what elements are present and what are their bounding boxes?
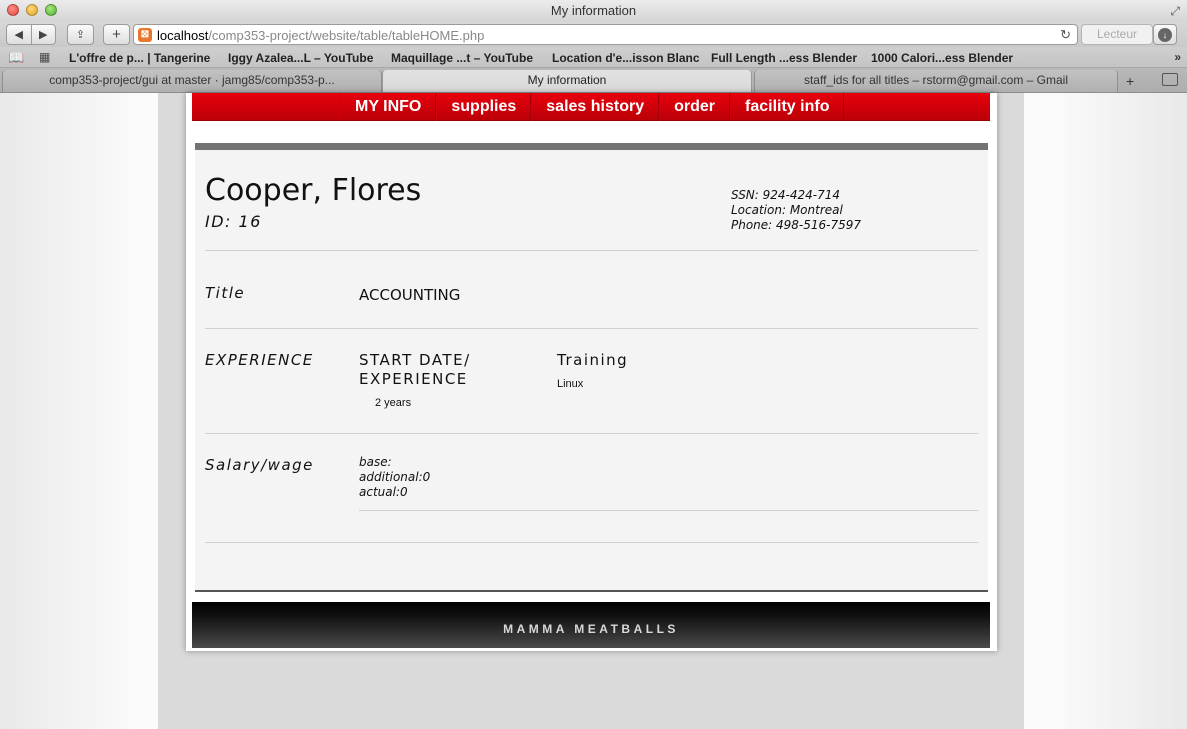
bottom-divider — [195, 590, 988, 592]
experience-label: EXPERIENCE — [205, 351, 314, 369]
tab-github[interactable]: comp353-project/gui at master · jamg85/c… — [2, 70, 382, 92]
training-header: Training — [557, 351, 629, 369]
reading-list-icon[interactable]: 📖 — [8, 50, 24, 66]
salary-additional: additional:0 — [359, 470, 431, 484]
reload-icon[interactable]: ↻ — [1060, 27, 1071, 43]
tab-label: comp353-project/gui at master · jamg85/c… — [49, 73, 335, 87]
bookmark-item[interactable]: Full Length ...ess Blender — [711, 51, 857, 65]
tab-bar: comp353-project/gui at master · jamg85/c… — [0, 68, 1187, 93]
experience-value: 2 years — [375, 397, 412, 409]
main-nav: MY INFO supplies sales history order fac… — [192, 93, 990, 121]
window-titlebar: My information ⤢ — [0, 0, 1187, 22]
divider — [205, 433, 978, 434]
bookmarks-bar: 📖 ▦ L'offre de p... | Tangerine Iggy Aza… — [0, 47, 1187, 68]
divider — [359, 510, 978, 511]
bookmark-item[interactable]: 1000 Calori...ess Blender — [871, 51, 1013, 65]
bookmark-item[interactable]: L'offre de p... | Tangerine — [69, 51, 210, 65]
title-value: ACCOUNTING — [359, 286, 461, 304]
window-title: My information — [550, 3, 637, 18]
start-date-header: START DATE/ EXPERIENCE — [359, 351, 471, 389]
url-path: /comp353-project/website/table/tableHOME… — [208, 28, 485, 43]
start-date-header-line2: EXPERIENCE — [359, 370, 468, 388]
profile-content: Cooper, Flores ID: 16 SSN: 924-424-714 L… — [195, 143, 988, 590]
address-bar[interactable]: ⊠ localhost/comp353-project/website/tabl… — [133, 24, 1078, 45]
ssn-text: SSN: 924-424-714 — [731, 188, 841, 202]
url-host: localhost — [157, 28, 209, 43]
phone-text: Phone: 498-516-7597 — [731, 218, 862, 232]
back-forward-buttons: ◀ ▶ — [6, 24, 56, 45]
salary-values: base: additional:0 actual:0 — [359, 455, 430, 500]
training-value: Linux — [557, 378, 584, 390]
tab-label: staff_ids for all titles – rstorm@gmail.… — [803, 73, 1069, 87]
page-container: MY INFO supplies sales history order fac… — [186, 93, 997, 651]
tab-my-information[interactable]: My information — [382, 70, 752, 92]
salary-label: Salary/wage — [205, 456, 314, 474]
salary-actual: actual:0 — [359, 485, 408, 499]
downloads-button[interactable]: ↓ — [1153, 24, 1177, 45]
plus-icon: + — [112, 26, 121, 43]
divider — [205, 328, 978, 329]
share-icon: ⇪ — [75, 29, 86, 41]
tab-label: My information — [527, 73, 607, 87]
tab-overview-icon[interactable] — [1162, 73, 1178, 86]
add-bookmark-button[interactable]: + — [103, 24, 130, 45]
nav-order[interactable]: order — [659, 93, 731, 121]
reader-button[interactable]: Lecteur — [1081, 24, 1153, 45]
fullscreen-icon[interactable]: ⤢ — [1170, 4, 1180, 19]
title-label: Title — [205, 284, 246, 302]
url-text[interactable]: localhost/comp353-project/website/table/… — [157, 28, 484, 43]
salary-base: base: — [359, 455, 392, 469]
footer-brand: MAMMA MEATBALLS — [503, 622, 679, 636]
employee-id: ID: 16 — [205, 212, 262, 231]
forward-arrow-icon[interactable]: ▶ — [31, 28, 55, 41]
web-viewport: MY INFO supplies sales history order fac… — [0, 93, 1187, 729]
page-footer: MAMMA MEATBALLS — [192, 602, 990, 648]
bookmark-item[interactable]: Location d'e...isson Blanc — [552, 51, 700, 65]
nav-sales-history[interactable]: sales history — [531, 93, 660, 121]
site-favicon-icon: ⊠ — [138, 28, 152, 42]
employee-name: Cooper, Flores — [205, 173, 422, 208]
divider — [205, 542, 978, 543]
top-sites-grid-icon[interactable]: ▦ — [39, 50, 50, 64]
download-arrow-icon: ↓ — [1158, 27, 1172, 42]
nav-items: MY INFO supplies sales history order fac… — [340, 93, 845, 121]
nav-my-info[interactable]: MY INFO — [340, 93, 437, 121]
start-date-header-line1: START DATE/ — [359, 351, 471, 369]
new-tab-plus-icon[interactable]: + — [1126, 73, 1134, 89]
nav-supplies[interactable]: supplies — [436, 93, 532, 121]
divider — [205, 250, 978, 251]
more-bookmarks-chevron-icon[interactable]: » — [1174, 50, 1181, 64]
top-divider — [195, 143, 988, 150]
tab-gmail[interactable]: staff_ids for all titles – rstorm@gmail.… — [754, 70, 1118, 92]
share-button[interactable]: ⇪ — [67, 24, 94, 45]
back-arrow-icon[interactable]: ◀ — [7, 28, 31, 41]
browser-toolbar: ◀ ▶ ⇪ + ⊠ localhost/comp353-project/webs… — [0, 22, 1187, 47]
nav-facility-info[interactable]: facility info — [730, 93, 845, 121]
bookmark-item[interactable]: Iggy Azalea...L – YouTube — [228, 51, 373, 65]
location-text: Location: Montreal — [731, 203, 843, 217]
contact-info: SSN: 924-424-714 Location: Montreal Phon… — [731, 188, 861, 233]
bookmark-item[interactable]: Maquillage ...t – YouTube — [391, 51, 533, 65]
